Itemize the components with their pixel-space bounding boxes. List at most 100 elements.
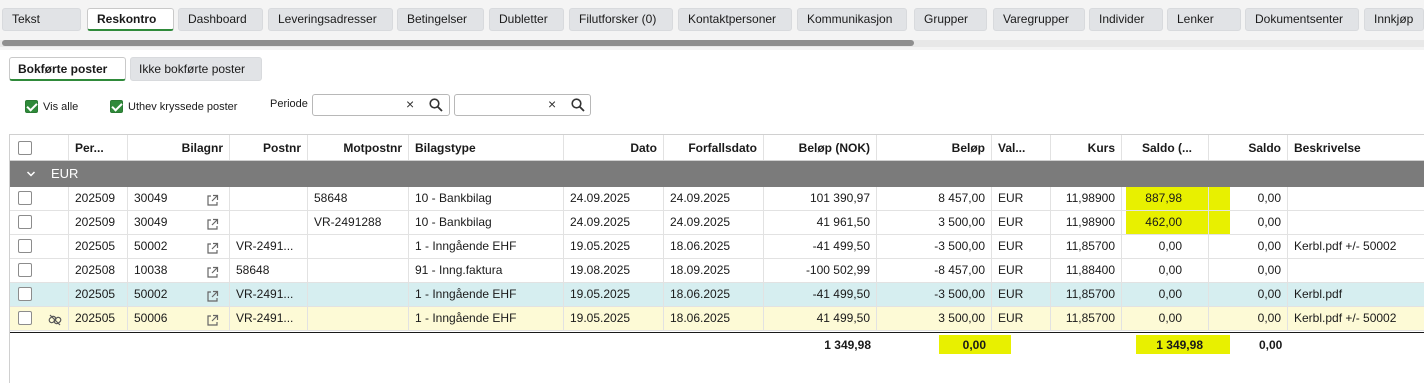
cell-postnr: VR-2491... xyxy=(230,307,308,330)
total-belop-nok: 1 349,98 xyxy=(824,338,871,352)
tab-dokumentsenter[interactable]: Dokumentsenter xyxy=(1245,8,1359,31)
table-row[interactable]: 202505 50002 VR-2491... 1 - Inngående EHF 19… xyxy=(10,283,1424,307)
cell-saldo: 0,00 xyxy=(1209,259,1288,282)
table-row[interactable]: 202505 50002 VR-2491... 1 - Inngående EHF 19… xyxy=(10,235,1424,259)
grid-header: Per... Bilagnr Postnr Motpostnr Bilagsty… xyxy=(10,134,1424,161)
uthev-kryssede-checkbox[interactable] xyxy=(110,100,123,113)
table-row[interactable]: 202508 10038 58648 91 - Inng.faktura 19.08.2… xyxy=(10,259,1424,283)
external-link-icon[interactable] xyxy=(206,192,219,210)
group-row-eur[interactable]: EUR xyxy=(10,161,1424,187)
subtab-ikke-bokforte-poster[interactable]: Ikke bokførte poster xyxy=(130,57,262,81)
periode-from-input[interactable] xyxy=(315,97,399,113)
tab-grupper[interactable]: Grupper xyxy=(914,8,987,31)
tab-kommunikasjon[interactable]: Kommunikasjon xyxy=(797,8,907,31)
clear-icon[interactable]: × xyxy=(406,96,414,112)
col-belop-nok[interactable]: Beløp (NOK) xyxy=(764,135,877,160)
chevron-down-icon[interactable] xyxy=(26,168,36,182)
col-belop[interactable]: Beløp xyxy=(877,135,992,160)
total-saldo: 0,00 xyxy=(1259,338,1283,352)
cell-kurs: 11,85700 xyxy=(1051,235,1122,258)
row-select-cell xyxy=(10,187,69,210)
tab-betingelser[interactable]: Betingelser xyxy=(397,8,484,31)
external-link-icon[interactable] xyxy=(206,264,219,282)
external-link-icon[interactable] xyxy=(206,312,219,330)
external-link-icon[interactable] xyxy=(206,216,219,234)
tab-varegrupper[interactable]: Varegrupper xyxy=(993,8,1085,31)
cell-motpostnr xyxy=(308,259,409,282)
cell-bilagstype: 1 - Inngående EHF xyxy=(409,235,564,258)
cell-belop: 3 500,00 xyxy=(877,307,992,330)
cell-bilagstype: 1 - Inngående EHF xyxy=(409,307,564,330)
cell-val: EUR xyxy=(992,235,1051,258)
col-valuta[interactable]: Val... xyxy=(992,135,1051,160)
tab-filutforsker[interactable]: Filutforsker (0) xyxy=(569,8,673,31)
tab-dashboard[interactable]: Dashboard xyxy=(178,8,263,31)
cell-forfall: 18.06.2025 xyxy=(664,235,764,258)
cell-postnr xyxy=(230,211,308,234)
col-saldo[interactable]: Saldo xyxy=(1209,135,1288,160)
row-checkbox[interactable] xyxy=(18,239,32,253)
row-checkbox[interactable] xyxy=(18,191,32,205)
col-forfallsdato[interactable]: Forfallsdato xyxy=(664,135,764,160)
tab-reskontro[interactable]: Reskontro xyxy=(87,8,174,31)
external-link-icon[interactable] xyxy=(206,240,219,258)
tab-dubletter[interactable]: Dubletter xyxy=(489,8,564,31)
cell-kurs: 11,88400 xyxy=(1051,259,1122,282)
cell-motpostnr xyxy=(308,283,409,306)
row-checkbox[interactable] xyxy=(18,215,32,229)
cell-postnr: 58648 xyxy=(230,259,308,282)
cell-per: 202509 xyxy=(69,211,128,234)
tab-innkjop[interactable]: Innkjøp xyxy=(1364,8,1424,31)
cell-motpostnr: VR-2491288 xyxy=(308,211,409,234)
cell-beskrivelse xyxy=(1288,211,1424,234)
cell-val: EUR xyxy=(992,283,1051,306)
cell-per: 202505 xyxy=(69,307,128,330)
col-saldo-nok[interactable]: Saldo (... xyxy=(1122,135,1209,160)
search-icon[interactable] xyxy=(429,98,443,115)
col-dato[interactable]: Dato xyxy=(564,135,664,160)
search-icon[interactable] xyxy=(571,98,585,115)
col-bilagnr[interactable]: Bilagnr xyxy=(128,135,230,160)
col-postnr[interactable]: Postnr xyxy=(230,135,308,160)
tab-individer[interactable]: Individer xyxy=(1089,8,1163,31)
row-select-cell xyxy=(10,259,69,282)
clear-icon[interactable]: × xyxy=(548,96,556,112)
cell-belop-nok: -41 499,50 xyxy=(764,283,877,306)
select-all-cell xyxy=(10,135,69,160)
cell-postnr: VR-2491... xyxy=(230,283,308,306)
col-beskrivelse[interactable]: Beskrivelse xyxy=(1288,135,1424,160)
cell-motpostnr xyxy=(308,307,409,330)
tab-tekst[interactable]: Tekst xyxy=(2,8,81,31)
periode-to-input[interactable] xyxy=(457,97,541,113)
tab-scrollbar-thumb[interactable] xyxy=(2,40,914,46)
row-checkbox[interactable] xyxy=(18,287,32,301)
cell-bilagstype: 10 - Bankbilag xyxy=(409,211,564,234)
cell-beskrivelse: Kerbl.pdf xyxy=(1288,283,1424,306)
table-row[interactable]: 202505 50006 VR-2491... 1 - Inngående EHF 19… xyxy=(10,307,1424,331)
periode-to-field[interactable]: × xyxy=(454,94,591,116)
cell-saldo-nok: 0,00 xyxy=(1122,259,1209,282)
external-link-icon[interactable] xyxy=(206,288,219,306)
unlink-icon[interactable] xyxy=(48,312,62,330)
table-row[interactable]: 202509 30049 VR-2491288 10 - Bankbilag 24.09… xyxy=(10,211,1424,235)
cell-bilagnr: 30049 xyxy=(128,187,230,210)
tab-kontaktpersoner[interactable]: Kontaktpersoner xyxy=(678,8,792,31)
col-per[interactable]: Per... xyxy=(69,135,128,160)
cell-saldo-nok: 0,00 xyxy=(1122,307,1209,330)
reskontro-grid: Per... Bilagnr Postnr Motpostnr Bilagsty… xyxy=(9,134,1424,383)
cell-belop-nok: -100 502,99 xyxy=(764,259,877,282)
select-all-checkbox[interactable] xyxy=(18,141,32,155)
subtab-bokforte-poster[interactable]: Bokførte poster xyxy=(9,57,126,81)
cell-beskrivelse: Kerbl.pdf +/- 50002 xyxy=(1288,235,1424,258)
col-bilagstype[interactable]: Bilagstype xyxy=(409,135,564,160)
cell-forfall: 18.06.2025 xyxy=(664,283,764,306)
row-checkbox[interactable] xyxy=(18,311,32,325)
row-checkbox[interactable] xyxy=(18,263,32,277)
col-kurs[interactable]: Kurs xyxy=(1051,135,1122,160)
col-motpostnr[interactable]: Motpostnr xyxy=(308,135,409,160)
periode-from-field[interactable]: × xyxy=(312,94,450,116)
tab-lenker[interactable]: Lenker xyxy=(1167,8,1241,31)
vis-alle-checkbox[interactable] xyxy=(25,100,38,113)
table-row[interactable]: 202509 30049 58648 10 - Bankbilag 24.09.2025… xyxy=(10,187,1424,211)
tab-leveringsadresser[interactable]: Leveringsadresser xyxy=(268,8,393,31)
